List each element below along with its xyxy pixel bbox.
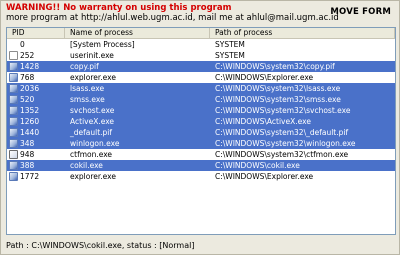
table-row[interactable]: 1428 copy.pif C:\WINDOWS\system32\copy.pif [7,61,395,72]
process-name-cell: explorer.exe [70,172,116,181]
process-name-cell: winlogon.exe [70,139,120,148]
info-text: more program at http://ahlul.web.ugm.ac.… [6,13,339,23]
pid-value: 2036 [20,84,40,93]
pid-cell: 388 [7,160,65,171]
column-header-pid[interactable]: PID [7,28,65,38]
pid-value: 1772 [20,172,40,181]
pid-cell: 1352 [7,105,65,116]
process-list[interactable]: PID Name of process Path of process 0 [Sy… [6,27,396,235]
pid-value: 520 [20,95,35,104]
process-path-cell: C:\WINDOWS\system32\lsass.exe [215,84,341,93]
application-icon [9,172,18,181]
process-name-cell: _default.pif [70,128,113,137]
pid-cell: 0 [7,39,65,50]
pid-value: 388 [20,161,35,170]
pid-cell: 348 [7,138,65,149]
application-icon [9,95,18,104]
process-manager-window: WARNING!! No warranty on using this prog… [0,0,400,255]
pid-cell: 252 [7,50,65,61]
pid-cell: 2036 [7,83,65,94]
table-row[interactable]: 1260 ActiveX.exe C:\WINDOWS\ActiveX.exe [7,116,395,127]
pid-cell: 1772 [7,171,65,182]
process-path-cell: C:\WINDOWS\system32\copy.pif [215,62,335,71]
process-path-cell: C:\WINDOWS\Explorer.exe [215,73,314,82]
process-name-cell: userinit.exe [70,51,114,60]
process-name-cell: smss.exe [70,95,105,104]
pid-cell: 768 [7,72,65,83]
status-bar: Path : C:\WINDOWS\cokil.exe, status : [N… [6,241,195,250]
process-path-cell: C:\WINDOWS\ActiveX.exe [215,117,311,126]
table-row[interactable]: 252 userinit.exe SYSTEM [7,50,395,61]
process-path-cell: SYSTEM [215,51,245,60]
pid-value: 348 [20,139,35,148]
process-name-cell: cokil.exe [70,161,103,170]
pid-cell: 1428 [7,61,65,72]
application-icon [9,150,18,159]
pid-cell: 1260 [7,116,65,127]
process-name-cell: copy.pif [70,62,99,71]
application-icon [9,62,18,71]
pid-value: 252 [20,51,35,60]
process-name-cell: lsass.exe [70,84,105,93]
process-path-cell: C:\WINDOWS\cokil.exe [215,161,300,170]
table-row[interactable]: 768 explorer.exe C:\WINDOWS\Explorer.exe [7,72,395,83]
process-name-cell: [System Process] [70,40,135,49]
table-row[interactable]: 948 ctfmon.exe C:\WINDOWS\system32\ctfmon.… [7,149,395,160]
pid-cell: 948 [7,149,65,160]
process-name-cell: explorer.exe [70,73,116,82]
column-header-path[interactable]: Path of process [210,28,395,38]
process-rows: 0 [System Process] SYSTEM 252 userinit.exe SY… [7,39,395,182]
process-path-cell: C:\WINDOWS\Explorer.exe [215,172,314,181]
process-path-cell: SYSTEM [215,40,245,49]
application-icon [9,117,18,126]
pid-value: 1260 [20,117,40,126]
pid-value: 1428 [20,62,40,71]
list-header: PID Name of process Path of process [7,28,395,39]
process-name-cell: ActiveX.exe [70,117,115,126]
pid-value: 1440 [20,128,40,137]
table-row[interactable]: 2036 lsass.exe C:\WINDOWS\system32\lsass.e… [7,83,395,94]
application-icon [9,128,18,137]
table-row[interactable]: 0 [System Process] SYSTEM [7,39,395,50]
process-path-cell: C:\WINDOWS\system32\_default.pif [215,128,349,137]
blank-icon [9,40,18,49]
table-row[interactable]: 1440 _default.pif C:\WINDOWS\system32\_def… [7,127,395,138]
application-icon [9,73,18,82]
table-row[interactable]: 348 winlogon.exe C:\WINDOWS\system32\winlo… [7,138,395,149]
table-row[interactable]: 1772 explorer.exe C:\WINDOWS\Explorer.exe [7,171,395,182]
application-icon [9,51,18,60]
pid-value: 1352 [20,106,40,115]
table-row[interactable]: 520 smss.exe C:\WINDOWS\system32\smss.exe [7,94,395,105]
application-icon [9,161,18,170]
process-path-cell: C:\WINDOWS\system32\ctfmon.exe [215,150,349,159]
column-header-name[interactable]: Name of process [65,28,210,38]
application-icon [9,139,18,148]
warning-text: WARNING!! No warranty on using this prog… [6,3,232,13]
pid-value: 768 [20,73,35,82]
application-icon [9,106,18,115]
pid-value: 948 [20,150,35,159]
pid-cell: 520 [7,94,65,105]
process-path-cell: C:\WINDOWS\system32\smss.exe [215,95,341,104]
table-row[interactable]: 1352 svchost.exe C:\WINDOWS\system32\svcho… [7,105,395,116]
application-icon [9,84,18,93]
process-path-cell: C:\WINDOWS\system32\winlogon.exe [215,139,356,148]
table-row[interactable]: 388 cokil.exe C:\WINDOWS\cokil.exe [7,160,395,171]
pid-cell: 1440 [7,127,65,138]
process-path-cell: C:\WINDOWS\system32\svchost.exe [215,106,351,115]
move-form-button[interactable]: MOVE FORM [330,7,391,17]
pid-value: 0 [20,40,25,49]
process-name-cell: svchost.exe [70,106,115,115]
process-name-cell: ctfmon.exe [70,150,113,159]
